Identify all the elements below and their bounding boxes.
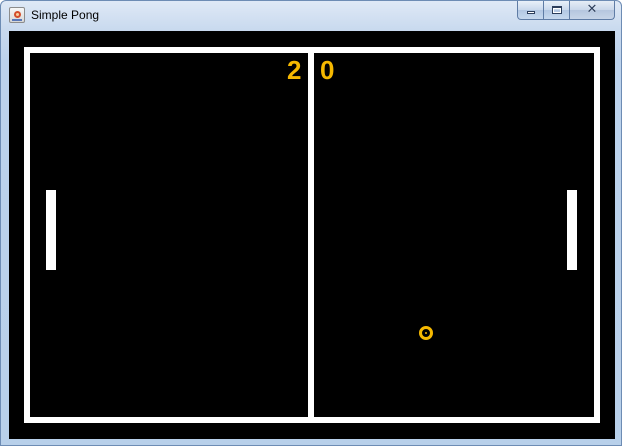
left-paddle — [46, 190, 56, 270]
maximize-button[interactable] — [544, 1, 570, 20]
maximize-icon — [552, 6, 562, 14]
right-score: 0 — [320, 55, 335, 85]
minimize-icon — [527, 11, 535, 14]
minimize-button[interactable] — [517, 1, 544, 20]
app-window: Simple Pong ✕ 2 0 — [0, 0, 622, 446]
left-score: 2 — [287, 55, 302, 85]
center-net — [308, 47, 314, 423]
close-button[interactable]: ✕ — [570, 1, 615, 20]
right-paddle — [567, 190, 577, 270]
window-controls: ✕ — [517, 1, 615, 20]
window-title: Simple Pong — [31, 8, 100, 22]
title-bar[interactable]: Simple Pong ✕ — [1, 1, 621, 29]
close-icon: ✕ — [586, 2, 598, 17]
ball — [419, 326, 433, 340]
game-canvas[interactable]: 2 0 — [9, 31, 615, 439]
java-app-icon[interactable] — [9, 7, 25, 23]
